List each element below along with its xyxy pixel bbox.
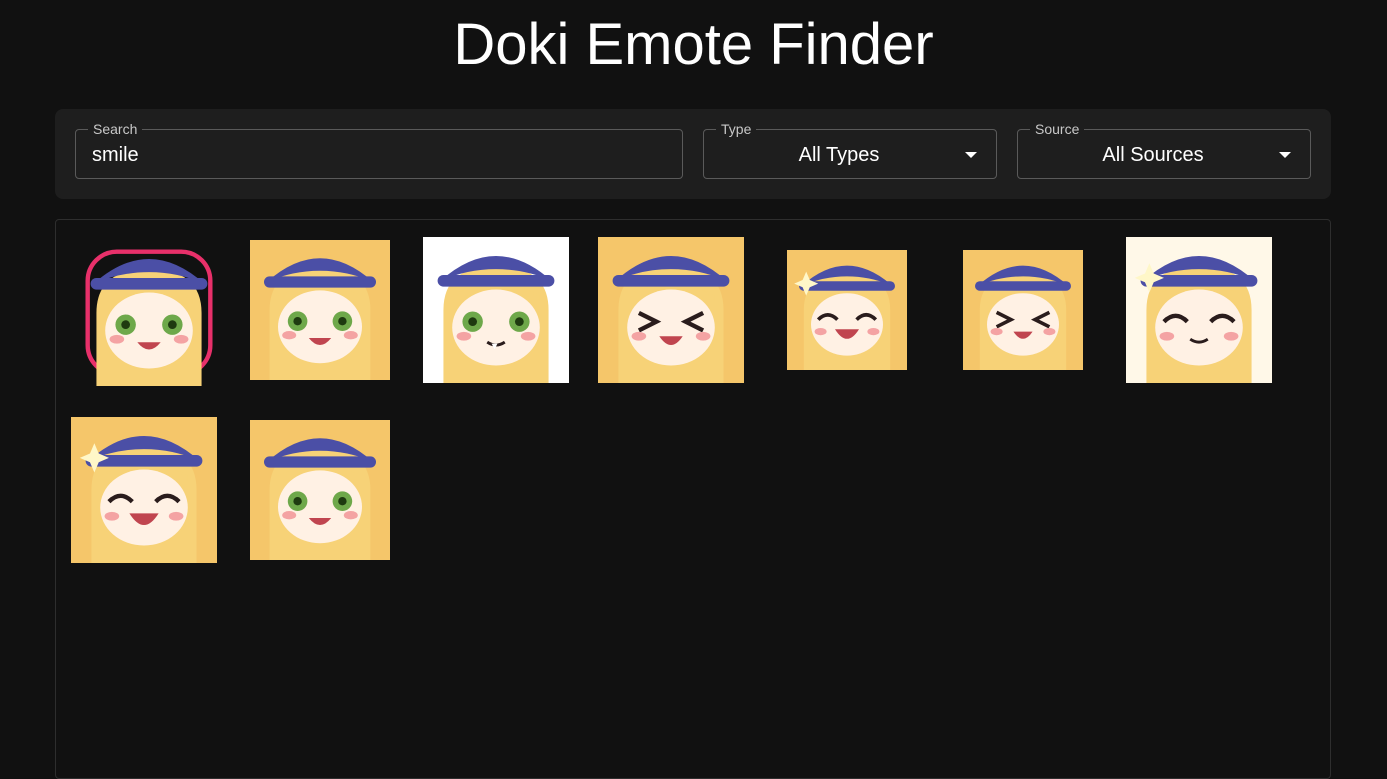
source-value: All Sources	[1102, 144, 1204, 166]
filter-bar: Search Type All Types Source All Sources	[55, 109, 1331, 199]
emote-image	[423, 237, 569, 383]
source-select[interactable]: Source All Sources	[1017, 120, 1311, 179]
emote-image	[250, 240, 390, 380]
search-input[interactable]	[92, 142, 662, 168]
content-smile-emote[interactable]	[1126, 237, 1272, 383]
smile-emote[interactable]	[250, 240, 390, 380]
chibi-smug-emote[interactable]	[76, 240, 222, 386]
xd-laugh-emote[interactable]	[598, 237, 744, 383]
type-label: Type	[716, 120, 757, 138]
emote-image	[71, 417, 217, 563]
sparkle-grin-emote[interactable]	[787, 250, 907, 370]
fang-smile-emote[interactable]	[423, 237, 569, 383]
emote-results-grid	[55, 219, 1331, 779]
search-label: Search	[88, 120, 143, 138]
happy-laugh-emote[interactable]	[71, 417, 217, 563]
page-title: Doki Emote Finder	[453, 12, 934, 77]
emote-image	[1126, 237, 1272, 383]
emote-image	[250, 420, 390, 560]
type-select[interactable]: Type All Types	[703, 120, 997, 179]
xd-smile-emote[interactable]	[963, 250, 1083, 370]
chevron-down-icon[interactable]	[1279, 152, 1291, 158]
emote-image	[963, 250, 1083, 370]
emote-image	[76, 240, 222, 386]
type-value: All Types	[798, 144, 880, 166]
emote-image	[598, 237, 744, 383]
closed-smile-emote[interactable]	[250, 420, 390, 560]
source-label: Source	[1030, 120, 1085, 138]
emote-image	[787, 250, 907, 370]
chevron-down-icon[interactable]	[965, 152, 977, 158]
search-field[interactable]: Search	[75, 120, 683, 179]
